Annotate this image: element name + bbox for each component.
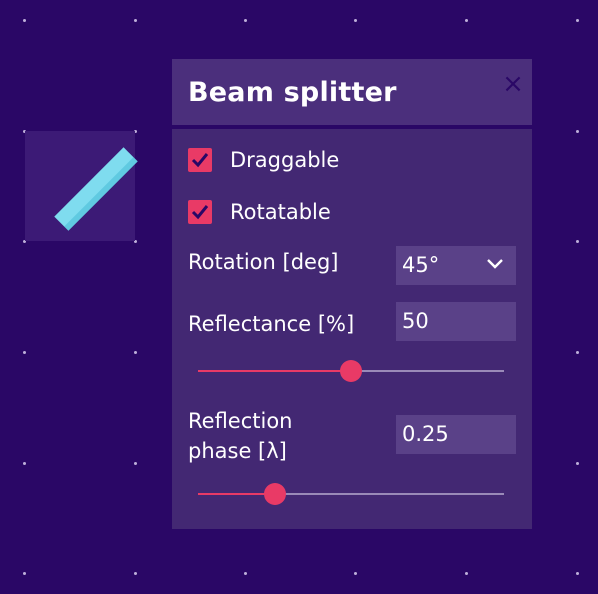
phase-input[interactable]: 0.25 (396, 415, 516, 454)
grid-dot (134, 572, 137, 575)
rotation-select[interactable]: 45° (396, 246, 516, 285)
draggable-checkbox[interactable] (188, 148, 212, 172)
grid-dot (576, 351, 579, 354)
grid-dot (576, 240, 579, 243)
rotatable-row: Rotatable (188, 199, 331, 225)
grid-dot (354, 572, 357, 575)
rotation-label: Rotation [deg] (188, 250, 339, 274)
reflectance-label: Reflectance [%] (188, 312, 355, 336)
grid-dot (134, 351, 137, 354)
grid-dot (465, 572, 468, 575)
rotatable-checkbox[interactable] (188, 200, 212, 224)
rotation-value: 45° (402, 253, 440, 277)
phase-value: 0.25 (402, 422, 449, 446)
phase-slider[interactable] (198, 483, 504, 505)
properties-panel: Beam splitter × Draggable Rotatable Rota… (172, 59, 532, 529)
reflectance-input[interactable]: 50 (396, 302, 516, 341)
beam-splitter-element[interactable] (25, 131, 138, 241)
grid-dot (23, 351, 26, 354)
grid-dot (576, 19, 579, 22)
reflectance-value: 50 (402, 309, 429, 333)
grid-dot (576, 572, 579, 575)
slider-thumb[interactable] (263, 483, 286, 505)
close-icon[interactable]: × (502, 71, 524, 97)
grid-dot (576, 462, 579, 465)
phase-label-line1: Reflection (188, 409, 293, 433)
phase-label-line2: phase [λ] (188, 439, 287, 463)
draggable-row: Draggable (188, 147, 339, 173)
grid-dot (244, 572, 247, 575)
grid-dot (134, 19, 137, 22)
slider-fill (198, 370, 351, 372)
grid-dot (134, 462, 137, 465)
reflectance-slider[interactable] (198, 360, 504, 382)
beam-splitter-icon (54, 147, 138, 231)
grid-dot (465, 19, 468, 22)
grid-dot (354, 19, 357, 22)
grid-dot (576, 130, 579, 133)
slider-thumb[interactable] (340, 360, 362, 382)
check-icon (191, 153, 209, 168)
grid-dot (244, 19, 247, 22)
grid-dot (23, 19, 26, 22)
panel-title: Beam splitter (188, 77, 397, 108)
grid-dot (23, 572, 26, 575)
rotatable-label: Rotatable (230, 200, 331, 224)
panel-header: Beam splitter × (172, 59, 532, 129)
chevron-down-icon (487, 259, 503, 269)
draggable-label: Draggable (230, 148, 340, 172)
grid-dot (23, 462, 26, 465)
check-icon (191, 205, 209, 220)
